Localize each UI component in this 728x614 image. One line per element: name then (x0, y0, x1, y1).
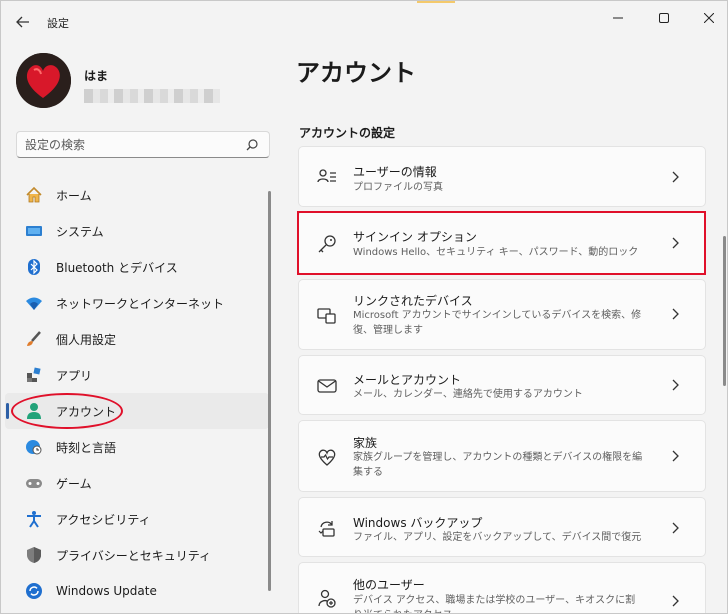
card-desc: ファイル、アプリ、設定をバックアップして、デバイス間で復元 (353, 532, 642, 543)
sidebar-item-label: システム (56, 224, 104, 239)
backup-icon (318, 521, 335, 537)
card-title: メールとアカウント (353, 373, 462, 387)
sidebar-item-time-language[interactable]: 時刻と言語 (5, 429, 269, 465)
highlight-rectangle (297, 211, 706, 275)
sidebar-item-network[interactable]: ネットワークとインターネット (5, 285, 269, 321)
sidebar-item-bluetooth[interactable]: Bluetooth とデバイス (5, 249, 269, 285)
maximize-button[interactable] (653, 9, 675, 27)
wifi-icon (25, 294, 43, 312)
bluetooth-icon (25, 258, 43, 276)
main-scrollbar[interactable] (723, 236, 726, 386)
card-windows-backup[interactable]: Windows バックアップ ファイル、アプリ、設定をバックアップして、デバイス… (298, 497, 706, 557)
sidebar-item-label: 時刻と言語 (56, 440, 117, 455)
card-desc: Microsoft アカウントでサインインしているデバイスを検索、修復、管理しま… (353, 310, 642, 336)
page-title: アカウント (296, 59, 416, 87)
mail-icon (317, 379, 337, 393)
card-title: リンクされたデバイス (353, 294, 473, 308)
minimize-icon (613, 17, 623, 19)
update-icon (25, 582, 43, 600)
sidebar-item-label: ホーム (56, 188, 92, 203)
card-linked-devices[interactable]: リンクされたデバイス Microsoft アカウントでサインインしているデバイス… (298, 279, 706, 350)
sidebar-item-label: ゲーム (56, 476, 92, 491)
title-bar: 設定 (1, 1, 727, 43)
card-user-info[interactable]: ユーザーの情報 プロファイルの写真 (298, 146, 706, 207)
card-family[interactable]: 家族 家族グループを管理し、アカウントの種類とデバイスの権限を編集する (298, 420, 706, 492)
chevron-right-icon (672, 171, 679, 183)
sidebar-item-label: アクセシビリティ (56, 512, 151, 527)
other-users-icon (318, 589, 336, 608)
chevron-right-icon (672, 308, 679, 320)
gaming-icon (25, 474, 43, 492)
card-desc: 家族グループを管理し、アカウントの種類とデバイスの権限を編集する (353, 452, 643, 478)
settings-window: 設定 はま ホーム システム (0, 0, 728, 614)
card-title: 他のユーザー (353, 578, 425, 592)
avatar[interactable] (16, 53, 71, 108)
sidebar-item-label: Bluetooth とデバイス (56, 260, 178, 275)
sidebar-nav: ホーム システム Bluetooth とデバイス ネットワークとインターネット … (1, 177, 269, 609)
system-icon (25, 222, 43, 240)
card-mail-accounts[interactable]: メールとアカウント メール、カレンダー、連絡先で使用するアカウント (298, 355, 706, 415)
card-desc: メール、カレンダー、連絡先で使用するアカウント (353, 389, 583, 400)
sidebar-item-privacy[interactable]: プライバシーとセキュリティ (5, 537, 269, 573)
accessibility-icon (25, 510, 43, 528)
highlight-oval (11, 393, 123, 429)
search-icon (246, 139, 258, 151)
apps-icon (25, 366, 43, 384)
card-title: Windows バックアップ (353, 516, 483, 530)
sidebar-item-label: プライバシーとセキュリティ (56, 548, 212, 563)
sidebar-item-personalization[interactable]: 個人用設定 (5, 321, 269, 357)
user-email-blurred (84, 89, 220, 103)
selection-indicator (6, 403, 9, 419)
sidebar-item-system[interactable]: システム (5, 213, 269, 249)
home-icon (25, 186, 43, 204)
search-input[interactable] (25, 136, 240, 154)
chevron-right-icon (672, 522, 679, 534)
minimize-button[interactable] (607, 9, 629, 27)
sidebar-scrollbar[interactable] (268, 191, 271, 591)
card-title: ユーザーの情報 (353, 165, 437, 179)
app-title: 設定 (47, 17, 69, 30)
sidebar-item-gaming[interactable]: ゲーム (5, 465, 269, 501)
sidebar-item-apps[interactable]: アプリ (5, 357, 269, 393)
search-box[interactable] (16, 131, 270, 158)
sidebar-item-label: ネットワークとインターネット (56, 296, 225, 311)
sidebar-item-home[interactable]: ホーム (5, 177, 269, 213)
card-desc: プロファイルの写真 (353, 182, 443, 193)
sidebar-item-label: アプリ (56, 368, 93, 383)
sidebar-item-label: Windows Update (56, 584, 157, 598)
card-desc: デバイス アクセス、職場または学校のユーザー、キオスクに割り当てられたアクセス (353, 595, 636, 613)
sidebar-item-windows-update[interactable]: Windows Update (5, 573, 269, 609)
user-info-icon (317, 169, 336, 183)
shield-icon (25, 546, 43, 564)
red-heart-avatar (16, 53, 71, 108)
chevron-right-icon (672, 450, 679, 462)
chevron-right-icon (672, 595, 679, 607)
brush-icon (25, 330, 43, 348)
close-icon (704, 13, 714, 23)
maximize-icon (659, 13, 669, 23)
family-heart-icon (318, 449, 336, 466)
section-title: アカウントの設定 (299, 126, 396, 140)
back-arrow-icon (16, 16, 29, 28)
sidebar-item-accessibility[interactable]: アクセシビリティ (5, 501, 269, 537)
close-button[interactable] (698, 9, 720, 27)
card-title: 家族 (353, 436, 378, 450)
user-name: はま (84, 69, 109, 83)
time-language-icon (25, 438, 43, 456)
chevron-right-icon (672, 379, 679, 391)
card-other-users[interactable]: 他のユーザー デバイス アクセス、職場または学校のユーザー、キオスクに割り当てら… (298, 562, 706, 613)
linked-devices-icon (317, 308, 336, 324)
sidebar-item-label: 個人用設定 (56, 332, 117, 347)
back-button[interactable] (11, 11, 35, 33)
